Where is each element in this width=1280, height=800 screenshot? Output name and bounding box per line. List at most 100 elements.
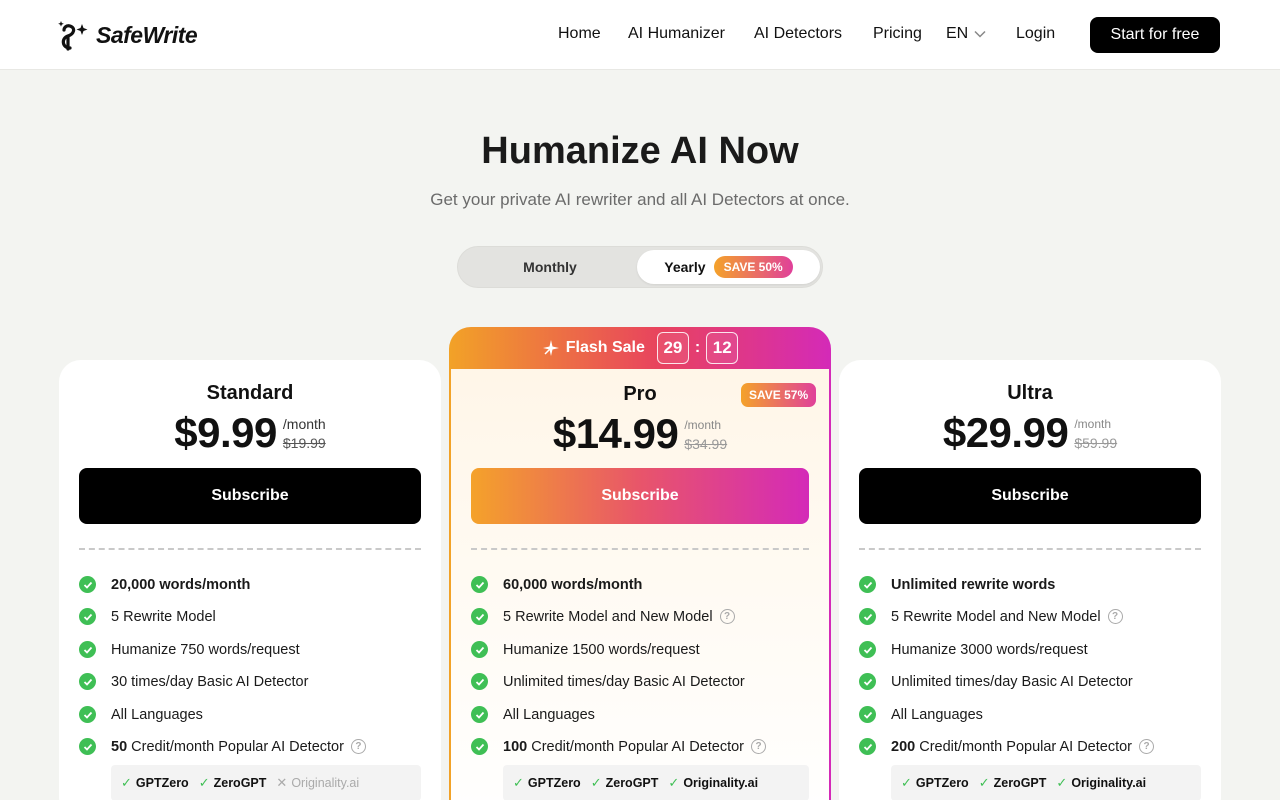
subscribe-button[interactable]: Subscribe <box>471 468 809 524</box>
page-subtitle: Get your private AI rewriter and all AI … <box>430 190 850 209</box>
list-item: 20,000 words/month <box>79 576 250 593</box>
help-circle-icon[interactable]: ? <box>1107 609 1123 624</box>
price-period: /month <box>282 416 326 432</box>
price-period: /month <box>1074 417 1111 431</box>
check-circle-icon <box>79 738 96 755</box>
check-circle-icon <box>79 576 96 593</box>
check-icon: ✓ <box>198 775 210 790</box>
price-row: $9.99 /month $19.99 <box>59 410 441 456</box>
help-circle-icon[interactable]: ? <box>350 739 366 754</box>
detector-item: ✓ Originality.ai <box>1056 775 1147 790</box>
plan-card-ultra: Ultra $29.99 /month $59.99 Subscribe Unl… <box>839 360 1221 800</box>
detector-list: ✓ GPTZero ✓ ZeroGPT ✓ Originality.ai <box>503 765 809 800</box>
detector-item: ✓ GPTZero <box>901 775 969 790</box>
list-item: All Languages <box>471 706 595 723</box>
check-circle-icon <box>79 706 96 723</box>
check-circle-icon <box>859 608 876 625</box>
plan-name: Pro <box>623 383 657 405</box>
page-title: Humanize AI Now <box>481 130 799 172</box>
help-circle-icon[interactable]: ? <box>719 609 735 624</box>
check-icon: ✓ <box>121 775 132 790</box>
list-item: Humanize 3000 words/request <box>859 641 1088 658</box>
check-circle-icon <box>471 576 488 593</box>
help-circle-icon[interactable]: ? <box>751 739 767 754</box>
plan-price: $9.99 <box>174 409 277 456</box>
pro-card-body: SAVE 57% Pro $14.99 /month $34.99 Subscr… <box>451 369 829 800</box>
list-item: 5 Rewrite Model <box>79 608 216 625</box>
list-item: Unlimited times/day Basic AI Detector <box>471 673 745 690</box>
plan-name: Standard <box>206 382 294 404</box>
check-circle-icon <box>859 641 876 658</box>
list-item: Unlimited times/day Basic AI Detector <box>859 673 1133 690</box>
close-icon: ✕ <box>276 775 288 790</box>
list-item: 5 Rewrite Model and New Model ? <box>859 608 1123 625</box>
check-circle-icon <box>471 738 488 755</box>
check-icon: ✓ <box>590 775 602 790</box>
divider <box>471 548 809 550</box>
detector-item: ✓ GPTZero <box>121 775 189 790</box>
list-item: 60,000 words/month <box>471 576 642 593</box>
list-item: 30 times/day Basic AI Detector <box>79 673 308 690</box>
divider <box>79 548 421 550</box>
nav-pricing[interactable]: Pricing <box>873 25 922 43</box>
detector-item: ✓ ZeroGPT <box>590 775 659 790</box>
billing-toggle: Monthly Yearly SAVE 50% <box>457 246 823 288</box>
language-selector[interactable]: EN <box>946 25 986 43</box>
list-item: 100 Credit/month Popular AI Detector ? <box>471 738 767 755</box>
old-price: $34.99 <box>684 436 728 452</box>
list-item: 200 Credit/month Popular AI Detector ? <box>859 738 1155 755</box>
flash-sale-label: Flash Sale <box>565 339 645 356</box>
yearly-save-badge: SAVE 50% <box>713 256 793 278</box>
detector-list: ✓ GPTZero ✓ ZeroGPT ✓ Originality.ai <box>891 765 1201 800</box>
brand-logo[interactable]: SafeWrite <box>56 18 198 52</box>
nav-ai-detectors[interactable]: AI Detectors <box>754 25 842 43</box>
check-circle-icon <box>859 738 876 755</box>
timer-minutes: 29 <box>656 332 689 364</box>
detector-item: ✓ Originality.ai <box>668 775 759 790</box>
billing-yearly-option[interactable]: Yearly SAVE 50% <box>637 250 820 284</box>
check-circle-icon <box>471 641 488 658</box>
start-for-free-button[interactable]: Start for free <box>1090 17 1220 53</box>
detector-item: ✓ ZeroGPT <box>978 775 1047 790</box>
nav-home[interactable]: Home <box>558 25 601 43</box>
billing-yearly-label: Yearly <box>664 259 706 275</box>
flash-sale-banner: Flash Sale 29 : 12 <box>449 327 831 369</box>
check-circle-icon <box>79 608 96 625</box>
check-icon: ✓ <box>513 775 524 790</box>
check-circle-icon <box>859 706 876 723</box>
list-item: Humanize 750 words/request <box>79 641 300 658</box>
list-item: 50 Credit/month Popular AI Detector ? <box>79 738 366 755</box>
detector-item: ✓ GPTZero <box>513 775 581 790</box>
old-price: $59.99 <box>1074 435 1118 451</box>
login-link[interactable]: Login <box>1016 25 1055 43</box>
check-icon: ✓ <box>1056 775 1068 790</box>
nav-ai-humanizer[interactable]: AI Humanizer <box>628 25 725 43</box>
safewrite-logo-icon <box>58 21 88 51</box>
timer-separator: : <box>694 339 701 356</box>
detector-item: ✕ Originality.ai <box>276 775 360 790</box>
detector-item: ✓ ZeroGPT <box>198 775 267 790</box>
subscribe-button[interactable]: Subscribe <box>79 468 421 524</box>
check-circle-icon <box>859 576 876 593</box>
help-circle-icon[interactable]: ? <box>1139 739 1155 754</box>
list-item: Unlimited rewrite words <box>859 576 1055 593</box>
check-circle-icon <box>471 706 488 723</box>
sparkle-icon <box>542 340 559 356</box>
price-row: $29.99 /month $59.99 <box>839 410 1221 456</box>
check-circle-icon <box>471 608 488 625</box>
language-label: EN <box>946 25 969 42</box>
check-circle-icon <box>79 641 96 658</box>
detector-list: ✓ GPTZero ✓ ZeroGPT ✕ Originality.ai <box>111 765 421 800</box>
timer-seconds: 12 <box>706 332 739 364</box>
old-price: $19.99 <box>282 435 326 451</box>
plan-card-pro: Flash Sale 29 : 12 SAVE 57% Pro $14.99 /… <box>449 327 831 800</box>
plan-name: Ultra <box>1007 382 1053 404</box>
list-item: All Languages <box>79 706 203 723</box>
billing-monthly-option[interactable]: Monthly <box>460 249 640 285</box>
list-item: 5 Rewrite Model and New Model ? <box>471 608 735 625</box>
subscribe-button[interactable]: Subscribe <box>859 468 1201 524</box>
check-icon: ✓ <box>901 775 912 790</box>
plan-price: $29.99 <box>942 409 1069 456</box>
list-item: All Languages <box>859 706 983 723</box>
plan-price: $14.99 <box>552 410 679 457</box>
